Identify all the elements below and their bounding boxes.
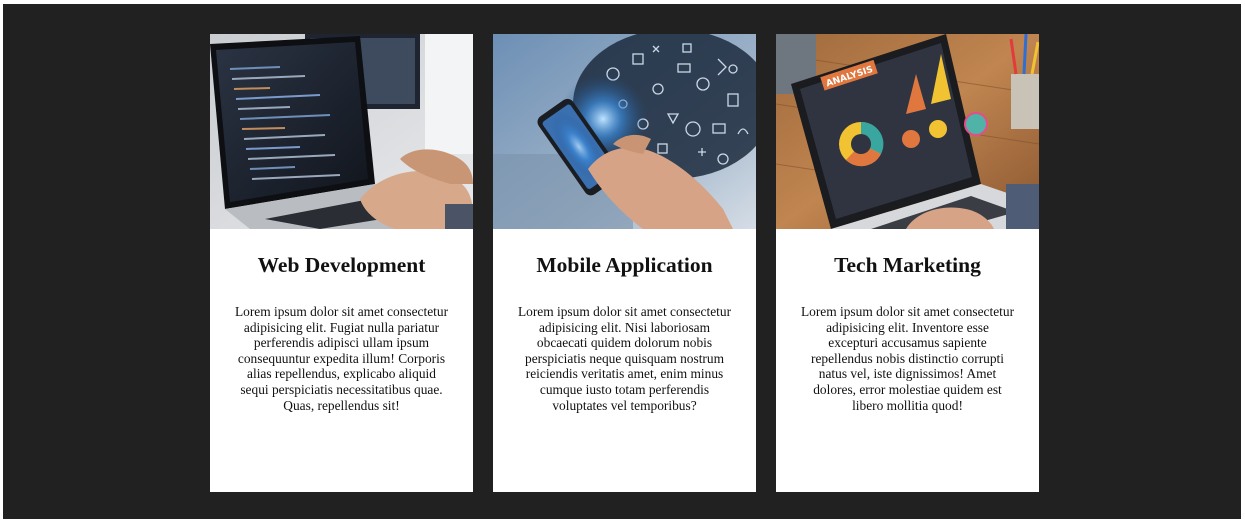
card-description: Lorem ipsum dolor sit amet consectetur a…: [517, 304, 732, 413]
card-title: Tech Marketing: [834, 253, 981, 277]
card-description: Lorem ipsum dolor sit amet consectetur a…: [800, 304, 1015, 413]
card-description: Lorem ipsum dolor sit amet consectetur a…: [234, 304, 449, 413]
service-card-mobile-application: Mobile Application Lorem ipsum dolor sit…: [493, 34, 756, 492]
laptop-analytics-photo: ANALYSIS: [776, 34, 1039, 229]
laptop-coding-photo: [210, 34, 473, 229]
smartphone-hand-photo: [493, 34, 756, 229]
service-card-tech-marketing: ANALYSIS Tech Marketing Lorem ipsum dolo…: [776, 34, 1039, 492]
page-background: Web Development Lorem ipsum dolor sit am…: [3, 4, 1241, 519]
service-card-web-development: Web Development Lorem ipsum dolor sit am…: [210, 34, 473, 492]
card-title: Mobile Application: [536, 253, 713, 277]
card-title: Web Development: [257, 253, 426, 277]
